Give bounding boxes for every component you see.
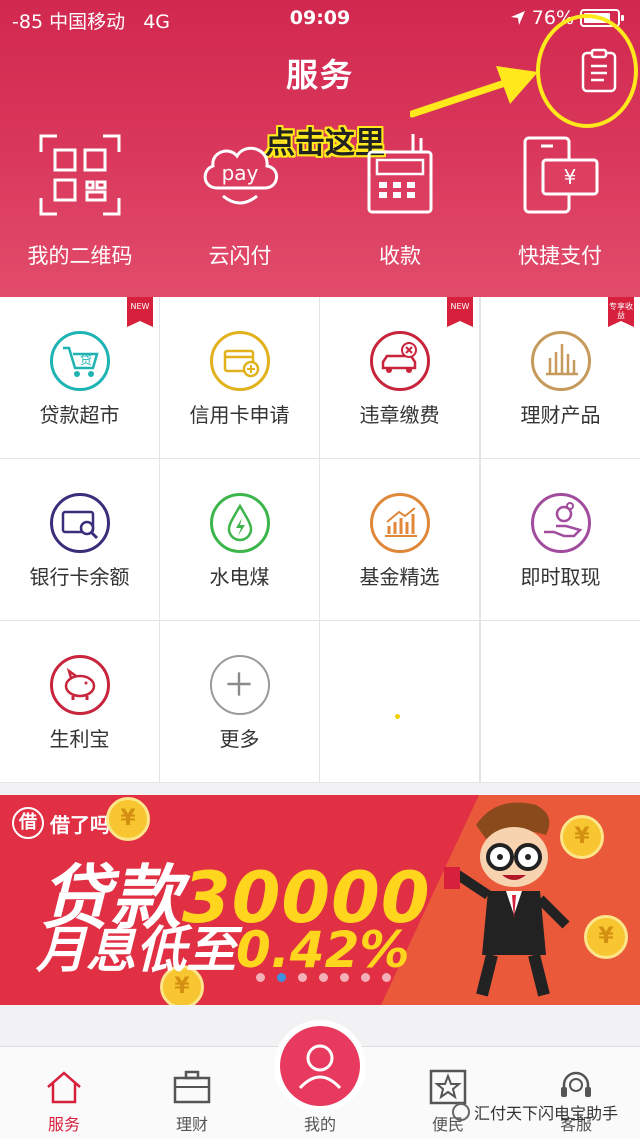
cloud-pay-icon: pay — [203, 146, 278, 205]
quick-pay-icon: ¥ — [523, 136, 599, 214]
service-instant-cash[interactable]: 即时取现 — [481, 459, 640, 620]
center-profile-button[interactable] — [274, 1020, 366, 1112]
piggy-bank-icon — [50, 655, 110, 715]
brand-logo: 借 — [12, 807, 44, 839]
service-label: 生利宝 — [49, 727, 110, 751]
svg-text:pay: pay — [222, 161, 259, 185]
service-shenglibao[interactable]: 生利宝 — [0, 621, 159, 782]
pos-terminal-icon — [367, 134, 433, 214]
quick-action-cloud-pay[interactable]: pay 云闪付 — [160, 130, 320, 280]
loan-cart-icon: 贷 — [50, 331, 110, 391]
quick-action-label: 快捷支付 — [518, 244, 602, 268]
wechat-icon — [452, 1103, 470, 1121]
watermark: 汇付天下闪电宝助手 — [452, 1100, 618, 1124]
service-label: 水电煤 — [209, 565, 270, 589]
service-grid: NEW 贷 贷款超市 信用卡申请 NEW 违章缴费 专享收益 理财产品 银行卡余… — [0, 297, 640, 783]
svg-text:贷: 贷 — [80, 353, 92, 367]
city-building-icon — [531, 331, 591, 391]
service-credit-card-apply[interactable]: 信用卡申请 — [160, 297, 319, 458]
service-wealth-products[interactable]: 专享收益 理财产品 — [481, 297, 640, 458]
service-empty-slot — [320, 621, 479, 782]
banner-brand: 借 借了吗 — [12, 807, 110, 839]
coin-icon: ¥ — [106, 797, 150, 841]
new-badge: NEW — [447, 297, 473, 327]
home-icon — [47, 1071, 81, 1104]
quick-action-label: 云闪付 — [208, 244, 272, 268]
water-drop-icon — [210, 493, 270, 553]
service-more[interactable]: 更多 — [160, 621, 319, 782]
service-label: 违章缴费 — [359, 403, 440, 427]
location-arrow-icon — [510, 11, 525, 25]
new-badge: NEW — [127, 297, 153, 327]
service-header: -85 中国移动 4G 09:09 76% 服务 点击这里 我的二维码 pay … — [0, 0, 640, 297]
service-label: 理财产品 — [520, 403, 601, 427]
service-card-balance[interactable]: 银行卡余额 — [0, 459, 159, 620]
qr-code-icon — [39, 134, 121, 216]
quick-action-qr-code[interactable]: 我的二维码 — [0, 130, 160, 280]
service-utilities[interactable]: 水电煤 — [160, 459, 319, 620]
service-loan-market[interactable]: NEW 贷 贷款超市 — [0, 297, 159, 458]
service-label: 银行卡余额 — [29, 565, 130, 589]
card-search-icon — [50, 493, 110, 553]
tab-service[interactable]: 服务 — [0, 1047, 128, 1138]
promo-line-2: 月息低至0.42% — [36, 921, 410, 979]
cash-hand-icon — [531, 493, 591, 553]
brand-name: 借了吗 — [50, 812, 110, 837]
service-label: 更多 — [219, 727, 260, 751]
credit-card-icon — [210, 331, 270, 391]
quick-action-label: 收款 — [379, 244, 421, 268]
fund-chart-icon — [370, 493, 430, 553]
service-label: 基金精选 — [359, 565, 440, 589]
cartoon-mascot-icon — [444, 802, 570, 997]
service-label: 信用卡申请 — [189, 403, 290, 427]
plus-icon — [210, 655, 270, 715]
quick-action-collect[interactable]: 收款 — [320, 130, 480, 280]
exclusive-badge: 专享收益 — [608, 297, 634, 327]
car-violation-icon — [370, 331, 430, 391]
quick-action-quick-pay[interactable]: ¥ 快捷支付 — [480, 130, 640, 280]
annotation-arrow-icon — [410, 66, 538, 118]
tap-indicator-dot — [395, 714, 400, 719]
tab-wealth[interactable]: 理财 — [128, 1047, 256, 1138]
status-bar: -85 中国移动 4G 09:09 76% — [0, 0, 640, 38]
svg-text:¥: ¥ — [564, 165, 577, 189]
service-label: 即时取现 — [520, 565, 601, 589]
quick-action-label: 我的二维码 — [27, 244, 133, 268]
coin-icon: ¥ — [584, 915, 628, 959]
tab-customer-service[interactable]: 客服 — [512, 1047, 640, 1138]
user-icon — [298, 1044, 342, 1090]
service-empty-slot — [481, 621, 640, 782]
service-fund-selection[interactable]: 基金精选 — [320, 459, 479, 620]
service-label: 贷款超市 — [39, 403, 120, 427]
service-traffic-fine[interactable]: NEW 违章缴费 — [320, 297, 479, 458]
briefcase-icon — [173, 1070, 211, 1104]
annotation-highlight-ring — [536, 14, 638, 128]
tab-convenience[interactable]: 便民 — [384, 1047, 512, 1138]
